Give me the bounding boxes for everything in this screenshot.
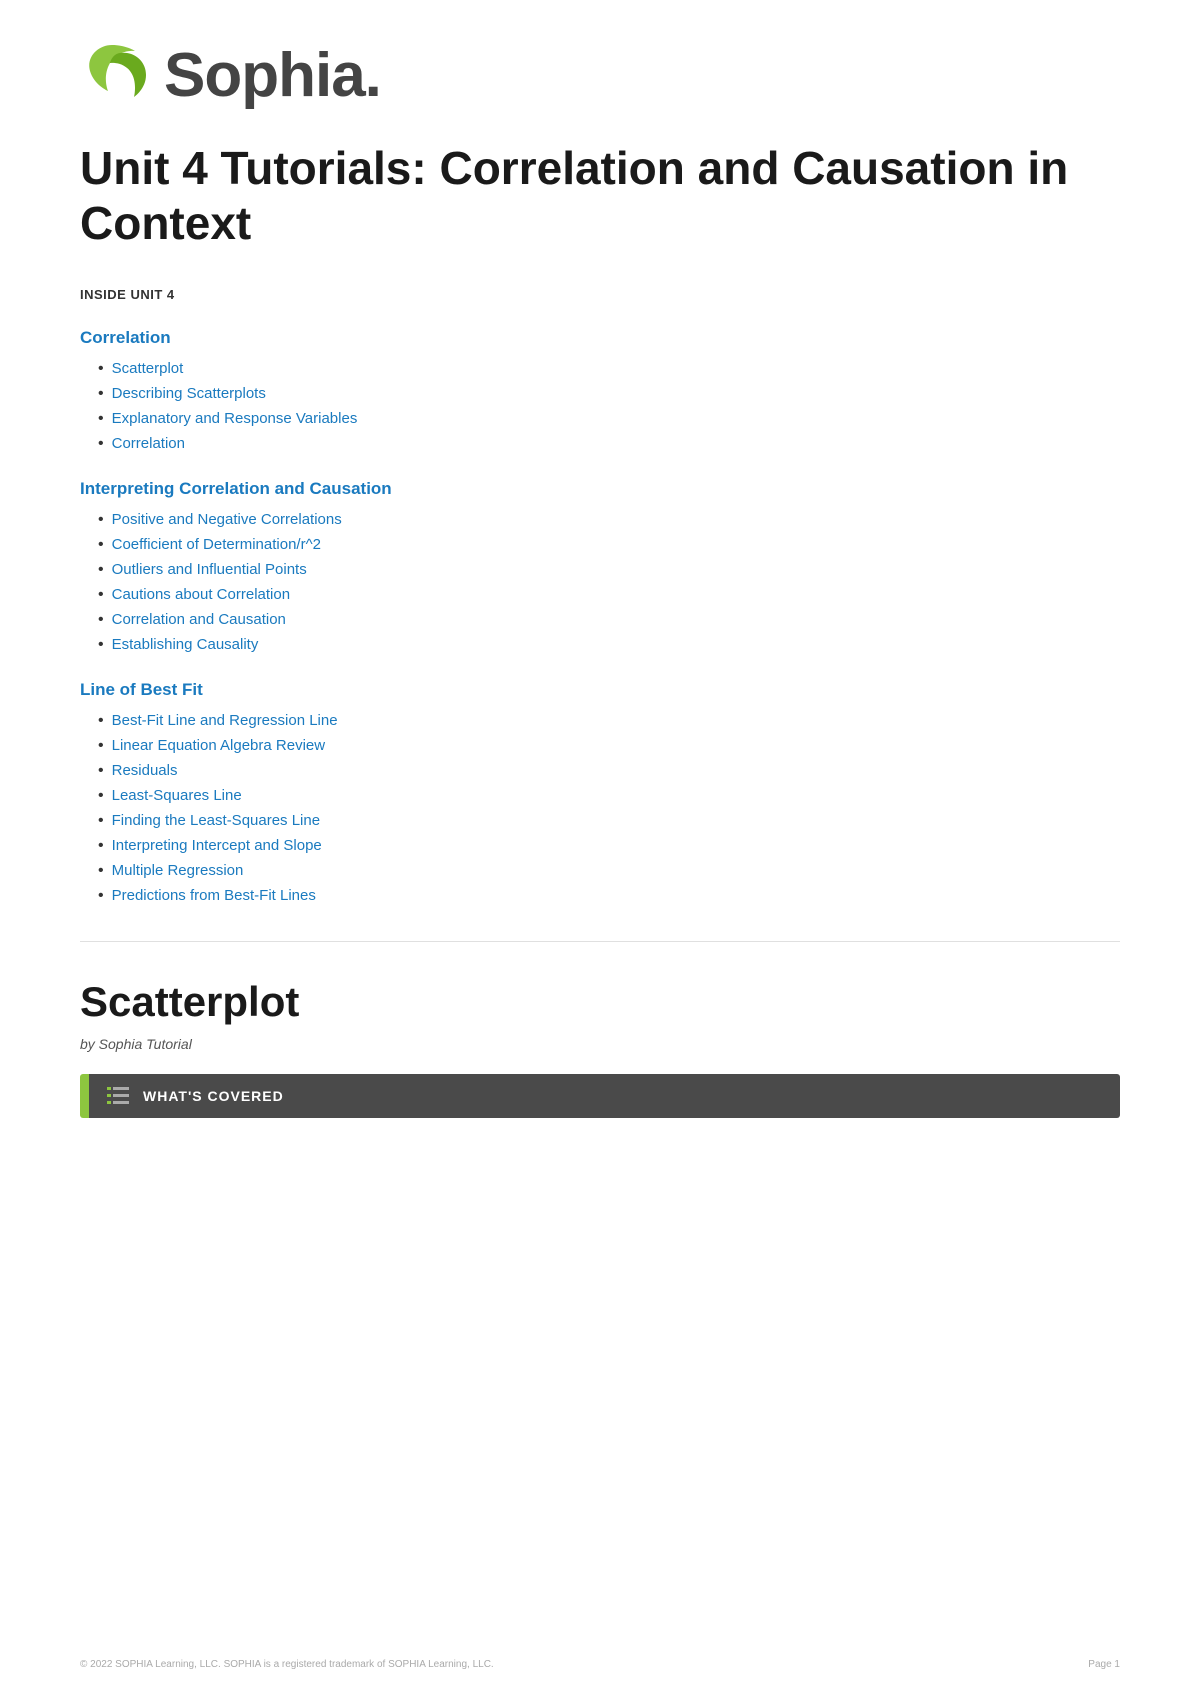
sophia-logo-icon — [80, 41, 150, 111]
toc-link-finding-least-squares[interactable]: Finding the Least-Squares Line — [112, 812, 320, 829]
covered-dark-section: WHAT'S COVERED — [89, 1074, 1120, 1118]
list-item: Outliers and Influential Points — [98, 561, 1120, 579]
list-item: Linear Equation Algebra Review — [98, 737, 1120, 755]
toc-link-least-squares[interactable]: Least-Squares Line — [112, 787, 242, 804]
toc-link-multiple-regression[interactable]: Multiple Regression — [112, 862, 244, 879]
list-item: Predictions from Best-Fit Lines — [98, 887, 1120, 905]
section-heading-interpreting: Interpreting Correlation and Causation — [80, 479, 1120, 499]
toc-link-describing-scatterplots[interactable]: Describing Scatterplots — [112, 385, 266, 402]
list-item: Residuals — [98, 762, 1120, 780]
page-title: Unit 4 Tutorials: Correlation and Causat… — [80, 141, 1120, 251]
toc-link-best-fit-regression[interactable]: Best-Fit Line and Regression Line — [112, 712, 338, 729]
covered-green-accent — [80, 1074, 89, 1118]
section-heading-correlation: Correlation — [80, 328, 1120, 348]
toc-link-coefficient[interactable]: Coefficient of Determination/r^2 — [112, 536, 321, 553]
list-item: Establishing Causality — [98, 636, 1120, 654]
sophia-logo-text: Sophia. — [164, 40, 381, 111]
whats-covered-bar: WHAT'S COVERED — [80, 1074, 1120, 1118]
toc-list-line-of-best-fit: Best-Fit Line and Regression Line Linear… — [80, 712, 1120, 905]
inside-unit-label: INSIDE UNIT 4 — [80, 287, 1120, 302]
list-item: Correlation — [98, 435, 1120, 453]
list-item: Correlation and Causation — [98, 611, 1120, 629]
toc-link-correlation-causation[interactable]: Correlation and Causation — [112, 611, 286, 628]
toc-link-linear-equation-algebra[interactable]: Linear Equation Algebra Review — [112, 737, 325, 754]
list-item: Positive and Negative Correlations — [98, 511, 1120, 529]
toc-link-positive-negative[interactable]: Positive and Negative Correlations — [112, 511, 342, 528]
list-item: Scatterplot — [98, 360, 1120, 378]
toc-link-predictions[interactable]: Predictions from Best-Fit Lines — [112, 887, 316, 904]
toc-link-residuals[interactable]: Residuals — [112, 762, 178, 779]
list-item: Least-Squares Line — [98, 787, 1120, 805]
list-item: Explanatory and Response Variables — [98, 410, 1120, 428]
toc-link-correlation[interactable]: Correlation — [112, 435, 185, 452]
toc-link-cautions[interactable]: Cautions about Correlation — [112, 586, 290, 603]
scatterplot-section: Scatterplot by Sophia Tutorial WHAT'S CO… — [80, 978, 1120, 1118]
list-icon — [107, 1087, 129, 1105]
list-item: Best-Fit Line and Regression Line — [98, 712, 1120, 730]
section-heading-line-of-best-fit: Line of Best Fit — [80, 680, 1120, 700]
whats-covered-label: WHAT'S COVERED — [143, 1088, 284, 1104]
page-footer: © 2022 SOPHIA Learning, LLC. SOPHIA is a… — [80, 1659, 1120, 1670]
list-item: Cautions about Correlation — [98, 586, 1120, 604]
list-item: Describing Scatterplots — [98, 385, 1120, 403]
section-divider — [80, 941, 1120, 942]
list-item: Interpreting Intercept and Slope — [98, 837, 1120, 855]
toc-link-outliers[interactable]: Outliers and Influential Points — [112, 561, 307, 578]
toc-link-explanatory-response[interactable]: Explanatory and Response Variables — [112, 410, 358, 427]
scatterplot-section-title: Scatterplot — [80, 978, 1120, 1026]
toc-link-establishing-causality[interactable]: Establishing Causality — [112, 636, 259, 653]
list-item: Finding the Least-Squares Line — [98, 812, 1120, 830]
toc-link-scatterplot[interactable]: Scatterplot — [112, 360, 184, 377]
list-item: Coefficient of Determination/r^2 — [98, 536, 1120, 554]
list-item: Multiple Regression — [98, 862, 1120, 880]
logo-area: Sophia. — [80, 40, 1120, 111]
toc-section-line-of-best-fit: Line of Best Fit Best-Fit Line and Regre… — [80, 680, 1120, 905]
footer-page-number: Page 1 — [1088, 1659, 1120, 1670]
footer-copyright: © 2022 SOPHIA Learning, LLC. SOPHIA is a… — [80, 1659, 494, 1670]
toc-list-interpreting: Positive and Negative Correlations Coeff… — [80, 511, 1120, 654]
toc-section-correlation: Correlation Scatterplot Describing Scatt… — [80, 328, 1120, 453]
toc-link-interpreting-intercept-slope[interactable]: Interpreting Intercept and Slope — [112, 837, 322, 854]
scatterplot-author: by Sophia Tutorial — [80, 1036, 1120, 1052]
toc-list-correlation: Scatterplot Describing Scatterplots Expl… — [80, 360, 1120, 453]
toc-section-interpreting: Interpreting Correlation and Causation P… — [80, 479, 1120, 654]
